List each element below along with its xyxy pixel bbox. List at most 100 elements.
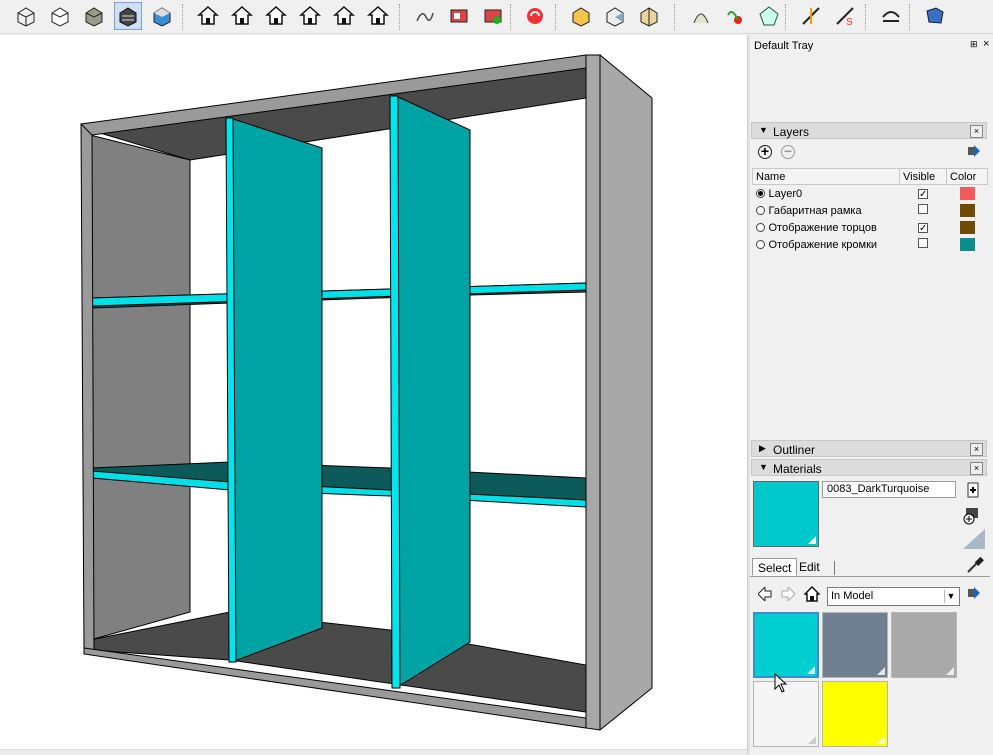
partition-right bbox=[395, 95, 471, 689]
materials-tabs: Select Edit bbox=[750, 556, 990, 577]
details-arrow-icon[interactable] bbox=[968, 145, 980, 157]
pin-icon[interactable]: ⊞ bbox=[970, 39, 978, 50]
layer-name[interactable]: Отображение торцов bbox=[769, 222, 877, 234]
toolbar-separator bbox=[674, 4, 675, 30]
section-display-icon[interactable]: S bbox=[831, 2, 859, 30]
layer-row[interactable]: Layer0 ✓ bbox=[753, 185, 988, 203]
material-swatch[interactable] bbox=[822, 612, 888, 678]
active-layer-radio[interactable] bbox=[755, 188, 765, 198]
layer-color-swatch[interactable] bbox=[959, 187, 975, 200]
follow-me-icon[interactable] bbox=[687, 2, 715, 30]
materials-panel-header[interactable]: ▼ Materials × bbox=[751, 459, 987, 476]
back-view-icon[interactable] bbox=[330, 2, 358, 30]
collapse-triangle-icon: ▼ bbox=[759, 462, 768, 472]
sandbox-icon[interactable] bbox=[411, 2, 439, 30]
active-layer-radio[interactable] bbox=[755, 239, 765, 249]
close-icon[interactable]: × bbox=[970, 443, 983, 456]
drawing-viewport[interactable] bbox=[0, 35, 747, 754]
toolbar-separator bbox=[909, 4, 910, 30]
expand-triangle-icon: ▶ bbox=[759, 443, 766, 453]
back-arrow-icon[interactable] bbox=[757, 585, 772, 604]
add-layer-icon[interactable]: + bbox=[758, 144, 772, 159]
create-material-icon[interactable] bbox=[967, 482, 979, 498]
column-header-visible[interactable]: Visible bbox=[899, 168, 947, 185]
left-inner-wall bbox=[89, 134, 191, 641]
toolbar-separator bbox=[865, 4, 866, 30]
layer-visible-checkbox[interactable] bbox=[918, 238, 928, 248]
toolbar-separator bbox=[785, 4, 786, 30]
collection-value: In Model bbox=[831, 590, 874, 602]
wireframe-style-icon[interactable] bbox=[46, 2, 74, 30]
warehouse-icon[interactable] bbox=[921, 2, 949, 30]
iso-view-icon[interactable] bbox=[194, 2, 222, 30]
material-preview[interactable] bbox=[753, 481, 819, 547]
layer-name[interactable]: Габаритная рамка bbox=[769, 205, 862, 217]
active-layer-radio[interactable] bbox=[755, 222, 765, 232]
top-view-icon[interactable] bbox=[228, 2, 256, 30]
chevron-down-icon[interactable]: ▼ bbox=[944, 590, 957, 603]
export-components-icon[interactable] bbox=[445, 2, 473, 30]
section-plane-icon[interactable] bbox=[797, 2, 825, 30]
material-name-field[interactable]: 0083_DarkTurquoise bbox=[822, 481, 956, 498]
layers-title: Layers bbox=[773, 125, 810, 139]
left-view-icon[interactable] bbox=[364, 2, 392, 30]
frame-right-side bbox=[585, 54, 653, 731]
right-view-icon[interactable] bbox=[296, 2, 324, 30]
toolbar-separator bbox=[555, 4, 556, 30]
solid-split-icon[interactable] bbox=[635, 2, 663, 30]
layer-row[interactable]: Отображение кромки bbox=[753, 236, 988, 253]
eyedropper-icon[interactable] bbox=[966, 556, 984, 574]
mouse-cursor-icon bbox=[774, 672, 788, 696]
close-icon[interactable]: × bbox=[983, 38, 989, 50]
solid-subtract-icon[interactable] bbox=[601, 2, 629, 30]
layers-panel-header[interactable]: ▼ Layers × bbox=[751, 122, 987, 139]
layer-name[interactable]: Layer0 bbox=[769, 188, 803, 200]
material-swatch[interactable] bbox=[891, 612, 957, 678]
remove-layer-icon[interactable]: − bbox=[781, 144, 795, 159]
import-components-icon[interactable] bbox=[479, 2, 507, 30]
material-swatch[interactable] bbox=[822, 681, 888, 747]
collection-dropdown[interactable]: In Model ▼ bbox=[827, 587, 960, 606]
material-swatch[interactable] bbox=[753, 612, 819, 678]
tray-title: Default Tray bbox=[754, 40, 814, 52]
shaded-style-icon[interactable] bbox=[114, 2, 142, 30]
tab-select[interactable]: Select bbox=[752, 558, 798, 576]
layer-color-swatch[interactable] bbox=[959, 204, 975, 217]
plugin-logo-icon[interactable] bbox=[521, 2, 549, 30]
outliner-panel-header[interactable]: ▶ Outliner × bbox=[751, 440, 987, 457]
tab-edit[interactable]: Edit bbox=[794, 558, 825, 576]
partition-right-edge bbox=[389, 95, 401, 689]
materials-title: Materials bbox=[773, 462, 822, 476]
model-info-icon[interactable] bbox=[755, 2, 783, 30]
svg-text:S: S bbox=[846, 17, 853, 27]
toolbar-separator bbox=[399, 4, 400, 30]
column-header-name[interactable]: Name bbox=[752, 168, 900, 185]
paint-bucket-icon[interactable] bbox=[963, 505, 983, 525]
solid-union-icon[interactable] bbox=[567, 2, 595, 30]
layer-color-swatch[interactable] bbox=[959, 238, 975, 251]
status-bar bbox=[0, 749, 747, 755]
details-arrow-icon[interactable] bbox=[968, 587, 980, 599]
forward-arrow-icon[interactable] bbox=[781, 585, 796, 604]
hidden-line-style-icon[interactable] bbox=[80, 2, 108, 30]
active-layer-radio[interactable] bbox=[755, 205, 765, 215]
close-icon[interactable]: × bbox=[970, 462, 983, 475]
layer-row[interactable]: Отображение торцов ✓ bbox=[753, 219, 988, 236]
bend-icon[interactable] bbox=[877, 2, 905, 30]
layer-color-swatch[interactable] bbox=[959, 221, 975, 234]
layer-name[interactable]: Отображение кромки bbox=[769, 239, 878, 251]
layer-visible-checkbox[interactable]: ✓ bbox=[918, 222, 928, 233]
collapse-triangle-icon: ▼ bbox=[759, 125, 768, 135]
home-icon[interactable] bbox=[803, 585, 821, 605]
layer-visible-checkbox[interactable] bbox=[918, 204, 928, 214]
layer-visible-checkbox[interactable]: ✓ bbox=[918, 188, 928, 199]
front-view-icon[interactable] bbox=[262, 2, 290, 30]
geolocation-icon[interactable] bbox=[721, 2, 749, 30]
layer-row[interactable]: Габаритная рамка bbox=[753, 202, 988, 219]
toolbar-separator bbox=[182, 4, 183, 30]
sample-paint-icon[interactable] bbox=[963, 529, 985, 549]
column-header-color[interactable]: Color bbox=[946, 168, 988, 185]
shaded-texture-style-icon[interactable] bbox=[148, 2, 176, 30]
xray-style-icon[interactable] bbox=[12, 2, 40, 30]
close-icon[interactable]: × bbox=[970, 125, 983, 138]
